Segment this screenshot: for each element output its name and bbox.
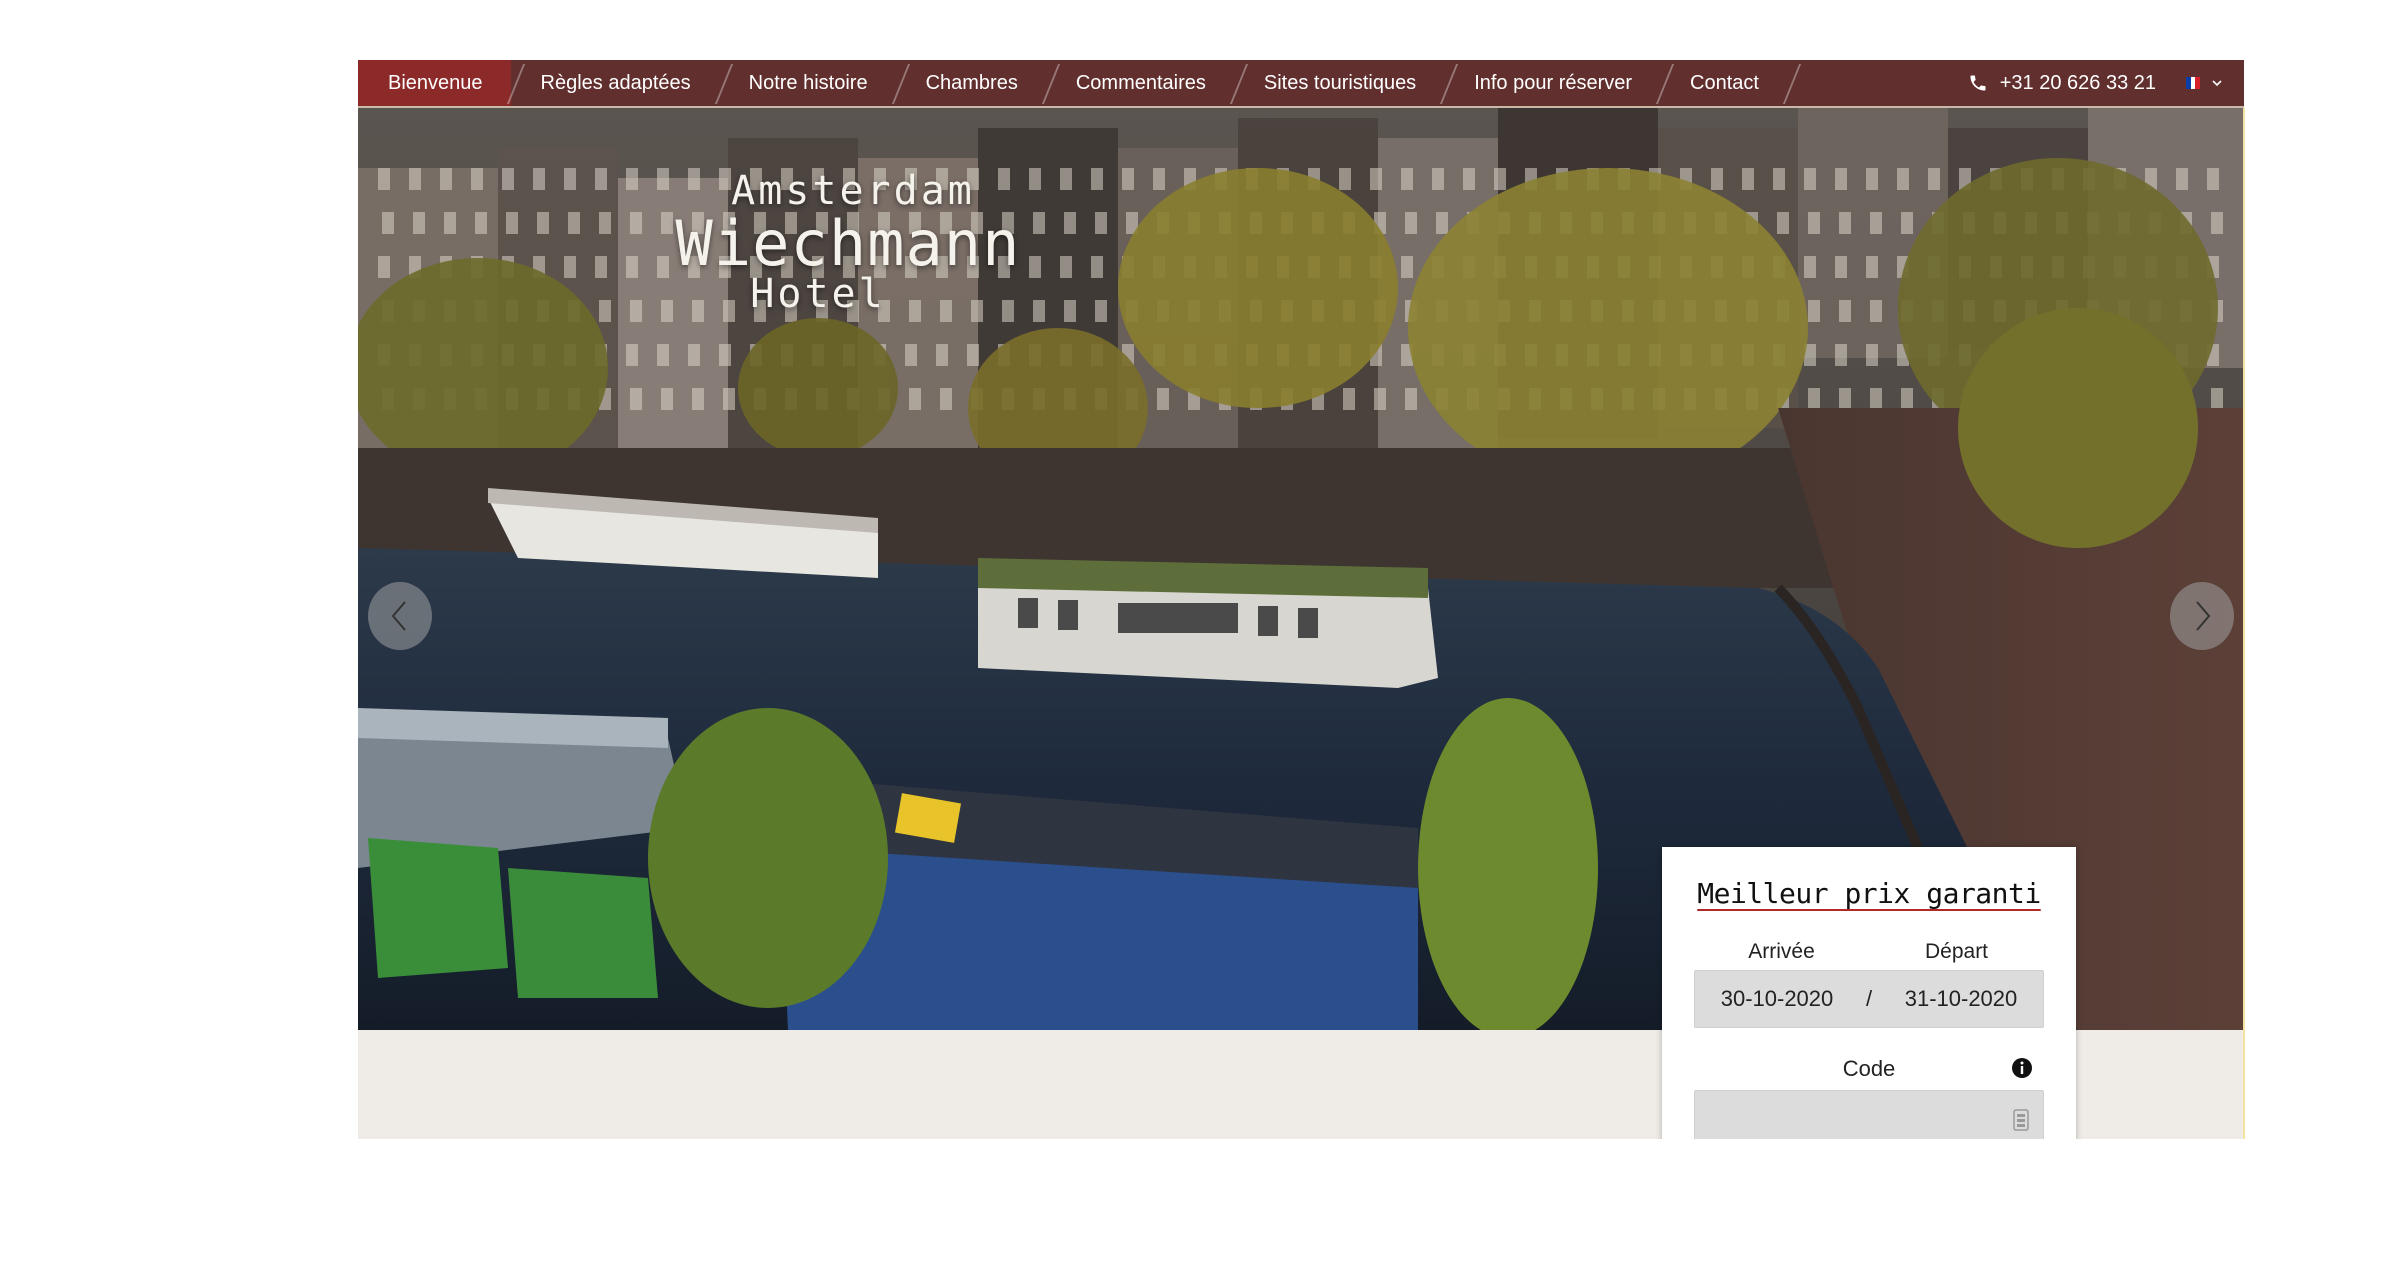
keypad-icon <box>2013 1109 2029 1131</box>
date-separator: / <box>1865 986 1873 1011</box>
nav-item-bienvenue[interactable]: Bienvenue <box>358 60 525 106</box>
nav-item-sites-touristiques[interactable]: Sites touristiques <box>1234 60 1459 106</box>
nav-item-label: Sites touristiques <box>1263 72 1417 94</box>
info-icon[interactable] <box>2010 1056 2034 1080</box>
website-frame: Bienvenue Règles adaptées Notre histoire… <box>358 60 2244 1139</box>
nav-menu: Bienvenue Règles adaptées Notre histoire… <box>358 60 1802 106</box>
date-labels: Arrivée Départ <box>1694 940 2044 964</box>
nav-contact-area: +31 20 626 33 21 <box>1968 60 2224 106</box>
french-flag-icon[interactable] <box>2186 77 2201 89</box>
main-navigation: Bienvenue Règles adaptées Notre histoire… <box>358 60 2244 108</box>
phone-number[interactable]: +31 20 626 33 21 <box>2000 72 2156 95</box>
nav-item-label: Règles adaptées <box>540 72 691 94</box>
chevron-right-icon <box>2196 601 2211 631</box>
code-input-wrapper <box>1694 1090 2044 1139</box>
booking-widget: Meilleur prix garanti Arrivée Départ 30-… <box>1662 847 2076 1139</box>
nav-item-notre-histoire[interactable]: Notre histoire <box>719 60 910 106</box>
departure-label: Départ <box>1924 940 1989 963</box>
nav-item-info-pour-reserver[interactable]: Info pour réserver <box>1444 60 1675 106</box>
nav-item-label: Notre histoire <box>748 72 868 94</box>
code-row: Code <box>1694 1056 2044 1084</box>
logo-line-hotel: Hotel <box>750 271 886 317</box>
nav-item-contact[interactable]: Contact <box>1660 60 1802 106</box>
arrival-label: Arrivée <box>1748 940 1815 963</box>
slider-next-button[interactable] <box>2170 582 2234 650</box>
page-edge-line <box>2243 108 2245 1139</box>
slider-prev-button[interactable] <box>368 582 432 650</box>
chevron-down-icon[interactable] <box>2210 76 2224 90</box>
logo-line-wiechmann: Wiechmann <box>675 207 1021 280</box>
chevron-left-icon <box>391 601 406 631</box>
nav-item-label: Chambres <box>925 72 1018 94</box>
phone-icon <box>1970 75 1986 91</box>
nav-item-commentaires[interactable]: Commentaires <box>1046 60 1248 106</box>
nav-item-regles-adaptees[interactable]: Règles adaptées <box>511 60 733 106</box>
departure-date[interactable]: 31-10-2020 <box>1879 986 2043 1012</box>
nav-item-label: Contact <box>1690 72 1759 94</box>
hotel-logo[interactable]: Amsterdam Wiechmann Hotel <box>658 168 1038 314</box>
nav-item-chambres[interactable]: Chambres <box>896 60 1060 106</box>
nav-item-label: Info pour réserver <box>1474 72 1633 94</box>
nav-item-label: Bienvenue <box>388 72 483 94</box>
promo-code-input[interactable] <box>1695 1091 2043 1139</box>
arrival-date[interactable]: 30-10-2020 <box>1695 986 1859 1012</box>
code-label: Code <box>1842 1056 1896 1081</box>
nav-item-label: Commentaires <box>1075 72 1206 94</box>
booking-title: Meilleur prix garanti <box>1697 877 2041 910</box>
date-range-picker[interactable]: 30-10-2020 / 31-10-2020 <box>1694 970 2044 1028</box>
